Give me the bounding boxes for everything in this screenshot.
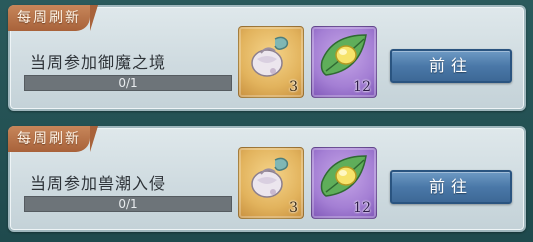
quest-card: 每周刷新 当周参加御魔之境 0/1 3 12 前往 — [8, 5, 526, 111]
leaf-egg-icon — [320, 155, 367, 197]
goto-button[interactable]: 前往 — [390, 170, 512, 204]
progress-bar: 0/1 — [24, 196, 232, 212]
reward-qty: 12 — [353, 200, 371, 216]
reward-slot-leaf-egg[interactable]: 12 — [311, 26, 377, 98]
quest-title: 当周参加兽潮入侵 — [30, 174, 167, 193]
quest-title: 当周参加御魔之境 — [30, 53, 167, 72]
progress-bar: 0/1 — [24, 75, 232, 91]
reward-slot-leaf-egg[interactable]: 12 — [311, 147, 377, 219]
reward-slot-pouch[interactable]: 3 — [238, 147, 304, 219]
reward-qty: 3 — [289, 79, 298, 95]
progress-text: 0/1 — [118, 76, 138, 90]
reward-qty: 3 — [289, 200, 298, 216]
reward-qty: 12 — [353, 79, 371, 95]
leaf-egg-icon — [320, 34, 367, 76]
progress-text: 0/1 — [118, 197, 138, 211]
goto-button[interactable]: 前往 — [390, 49, 512, 83]
reward-slot-pouch[interactable]: 3 — [238, 26, 304, 98]
quest-list: 每周刷新 当周参加御魔之境 0/1 3 12 前往 每周刷新 当周参加兽潮入侵 … — [0, 0, 533, 242]
weekly-refresh-tag: 每周刷新 — [8, 126, 98, 152]
weekly-refresh-tag: 每周刷新 — [8, 5, 98, 31]
pouch-icon — [251, 157, 289, 198]
pouch-icon — [251, 36, 289, 77]
quest-card: 每周刷新 当周参加兽潮入侵 0/1 3 12 前往 — [8, 126, 526, 232]
